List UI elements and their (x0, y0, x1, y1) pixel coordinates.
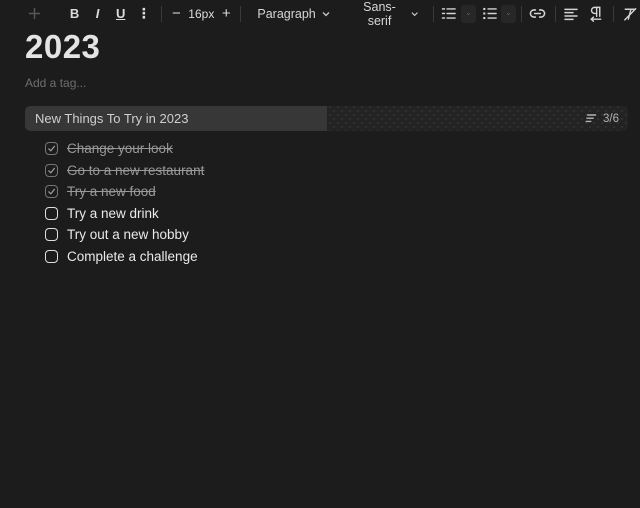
task-list-header[interactable]: New Things To Try in 2023 3/6 (25, 106, 628, 131)
chevron-down-icon (507, 10, 510, 18)
numbered-list-icon (440, 5, 457, 22)
chevron-down-icon (467, 10, 470, 18)
toolbar-divider (613, 6, 614, 22)
task-item[interactable]: Try out a new hobby (25, 224, 628, 246)
task-progress-count: 3/6 (603, 113, 619, 125)
task-item-label: Change your look (67, 141, 180, 156)
checkbox-unchecked-icon[interactable] (45, 207, 58, 220)
chevron-down-icon (322, 10, 330, 18)
editor-toolbar: B I U ⋮ − 16px + Paragraph Sans-serif (0, 0, 640, 27)
note-editor-app: B I U ⋮ − 16px + Paragraph Sans-serif (0, 0, 640, 508)
clear-formatting-icon (621, 5, 638, 22)
numbered-list-options-button[interactable] (461, 5, 476, 23)
add-tag-input[interactable]: Add a tag... (25, 76, 86, 90)
bullet-list-icon (481, 5, 498, 22)
increase-font-size-button[interactable]: + (216, 3, 236, 25)
text-direction-pilcrow-icon (587, 5, 604, 22)
task-item-label: Try a new drink (67, 206, 159, 221)
bold-button[interactable]: B (63, 3, 86, 25)
paragraph-style-dropdown[interactable]: Paragraph (251, 3, 335, 25)
checkbox-checked-icon[interactable] (45, 142, 58, 155)
align-left-button[interactable] (562, 3, 580, 25)
toolbar-divider (433, 6, 434, 22)
bullet-list-options-button[interactable] (501, 5, 516, 23)
checkbox-unchecked-icon[interactable] (45, 228, 58, 241)
checkbox-unchecked-icon[interactable] (45, 250, 58, 263)
task-list-title[interactable]: New Things To Try in 2023 (35, 106, 188, 131)
note-title[interactable]: 2023 (25, 28, 100, 66)
bullet-list-button[interactable] (480, 3, 498, 25)
task-item[interactable]: Try a new drink (25, 203, 628, 225)
task-item[interactable]: Go to a new restaurant (25, 160, 628, 182)
toolbar-divider (161, 6, 162, 22)
task-item-label: Try out a new hobby (67, 227, 189, 242)
plus-icon (27, 6, 42, 21)
insert-plus-button[interactable] (27, 3, 42, 25)
task-item-label: Try a new food (67, 184, 163, 199)
align-left-icon (563, 6, 579, 22)
font-family-dropdown[interactable]: Sans-serif (348, 3, 425, 25)
text-direction-button[interactable] (586, 3, 604, 25)
link-icon (529, 5, 546, 22)
checkbox-checked-icon[interactable] (45, 185, 58, 198)
italic-button[interactable]: I (86, 3, 109, 25)
task-items: Change your look Go to a new restaurant … (25, 138, 628, 267)
underline-button[interactable]: U (109, 3, 132, 25)
decrease-font-size-button[interactable]: − (166, 3, 186, 25)
numbered-list-button[interactable] (440, 3, 458, 25)
more-formatting-button[interactable]: ⋮ (132, 3, 155, 25)
toolbar-divider (521, 6, 522, 22)
chevron-down-icon (411, 10, 418, 18)
task-item-label: Complete a challenge (67, 249, 198, 264)
toolbar-divider (240, 6, 241, 22)
task-list-block: New Things To Try in 2023 3/6 Change you… (25, 106, 628, 267)
task-list-summary: 3/6 (584, 106, 619, 131)
clear-formatting-button[interactable] (620, 3, 640, 25)
task-item-label: Go to a new restaurant (67, 163, 211, 178)
insert-link-button[interactable] (528, 3, 548, 25)
task-item[interactable]: Change your look (25, 138, 628, 160)
list-sort-icon (584, 113, 597, 124)
toolbar-divider (555, 6, 556, 22)
task-item[interactable]: Try a new food (25, 181, 628, 203)
task-item[interactable]: Complete a challenge (25, 246, 628, 268)
font-size-value[interactable]: 16px (187, 7, 217, 21)
checkbox-checked-icon[interactable] (45, 164, 58, 177)
